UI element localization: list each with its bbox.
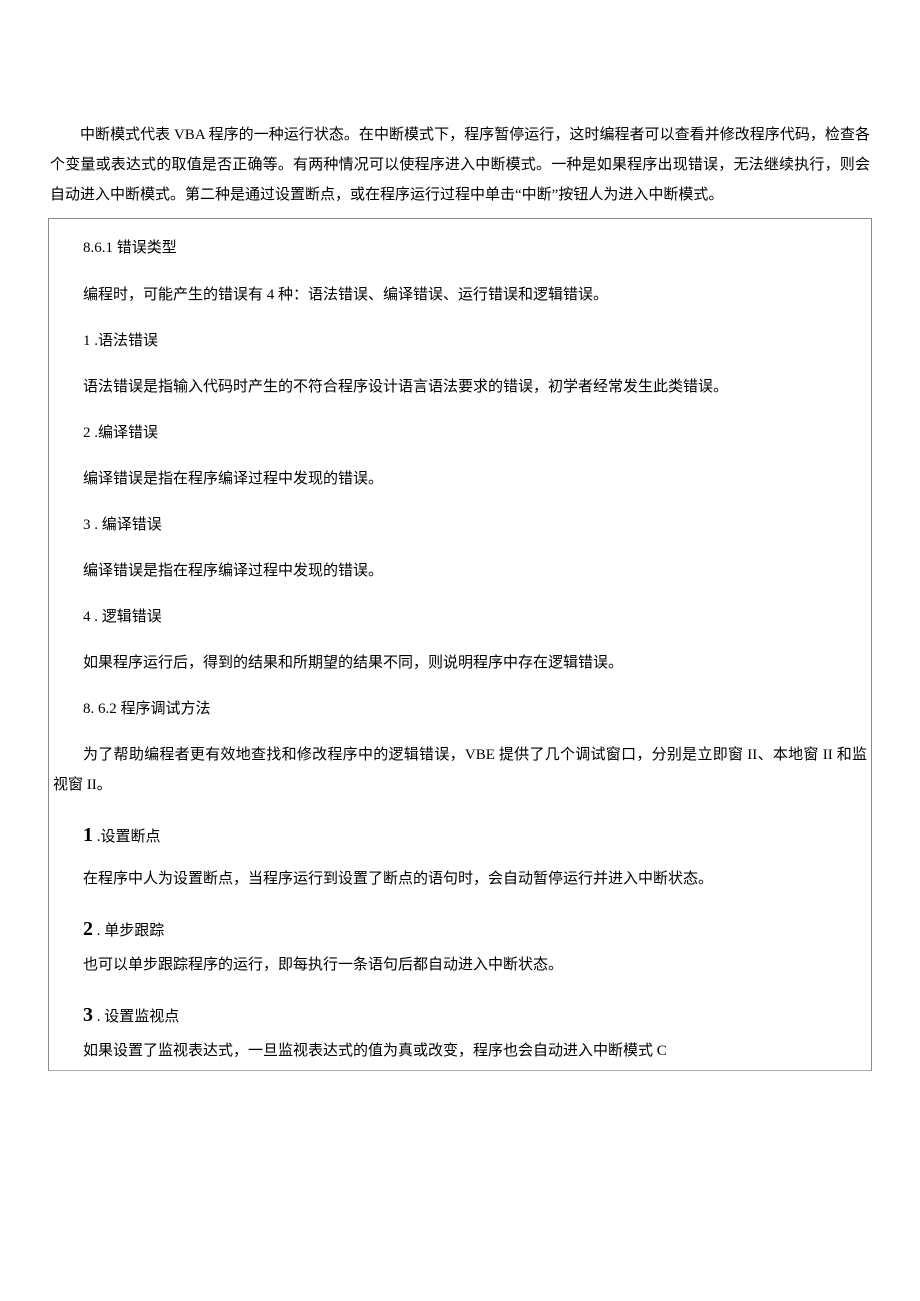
item-1-body: 语法错误是指输入代码时产生的不符合程序设计语言语法要求的错误，初学者经常发生此类… [53,372,867,402]
bold-item-3-body: 如果设置了监视表达式，一旦监视表达式的值为真或改变，程序也会自动进入中断模式 C [53,1036,867,1066]
bold-item-1-num: 1 [83,824,93,846]
item-3-label: 3 . 编译错误 [53,510,867,540]
document-page: 中断模式代表 VBA 程序的一种运行状态。在中断模式下，程序暂停运行，这时编程者… [0,0,920,1121]
section-862-intro: 为了帮助编程者更有效地查找和修改程序中的逻辑错误，VBE 提供了几个调试窗口，分… [53,740,867,800]
item-1-label: 1 .语法错误 [53,326,867,356]
section-861-intro: 编程时，可能产生的错误有 4 种：语法错误、编译错误、运行错误和逻辑错误。 [53,280,867,310]
intro-text: 中断模式代表 VBA 程序的一种运行状态。在中断模式下，程序暂停运行，这时编程者… [50,120,870,210]
boxed-content: 8.6.1 错误类型 编程时，可能产生的错误有 4 种：语法错误、编译错误、运行… [48,218,872,1071]
intro-paragraph: 中断模式代表 VBA 程序的一种运行状态。在中断模式下，程序暂停运行，这时编程者… [50,120,870,210]
item-1-body-text: 语法错误是指输入代码时产生的不符合程序设计语言语法要求的错误，初学者经常发生此类… [53,372,867,402]
bold-item-3-text: . 设置监视点 [93,1009,179,1025]
bold-item-1-label: 1 .设置断点 [53,816,867,854]
section-862-title: 8. 6.2 程序调试方法 [53,694,867,724]
section-861-title: 8.6.1 错误类型 [53,235,867,262]
bold-item-2-label: 2 . 单步跟踪 [53,910,867,948]
item-2-label: 2 .编译错误 [53,418,867,448]
bold-item-3-num: 3 [83,1004,93,1026]
bold-item-2-num: 2 [83,918,93,940]
bold-item-1-text: .设置断点 [93,829,161,845]
item-4-label: 4 . 逻辑错误 [53,602,867,632]
item-2-body: 编译错误是指在程序编译过程中发现的错误。 [53,464,867,494]
bold-item-2-body: 也可以单步跟踪程序的运行，即每执行一条语句后都自动进入中断状态。 [53,950,867,980]
section-862-intro-text: 为了帮助编程者更有效地查找和修改程序中的逻辑错误，VBE 提供了几个调试窗口，分… [53,740,867,800]
bold-item-2-text: . 单步跟踪 [93,923,164,939]
bold-item-3-label: 3 . 设置监视点 [53,996,867,1034]
item-4-body: 如果程序运行后，得到的结果和所期望的结果不同，则说明程序中存在逻辑错误。 [53,648,867,678]
item-3-body: 编译错误是指在程序编译过程中发现的错误。 [53,556,867,586]
bold-item-1-body: 在程序中人为设置断点，当程序运行到设置了断点的语句时，会自动暂停运行并进入中断状… [53,864,867,894]
